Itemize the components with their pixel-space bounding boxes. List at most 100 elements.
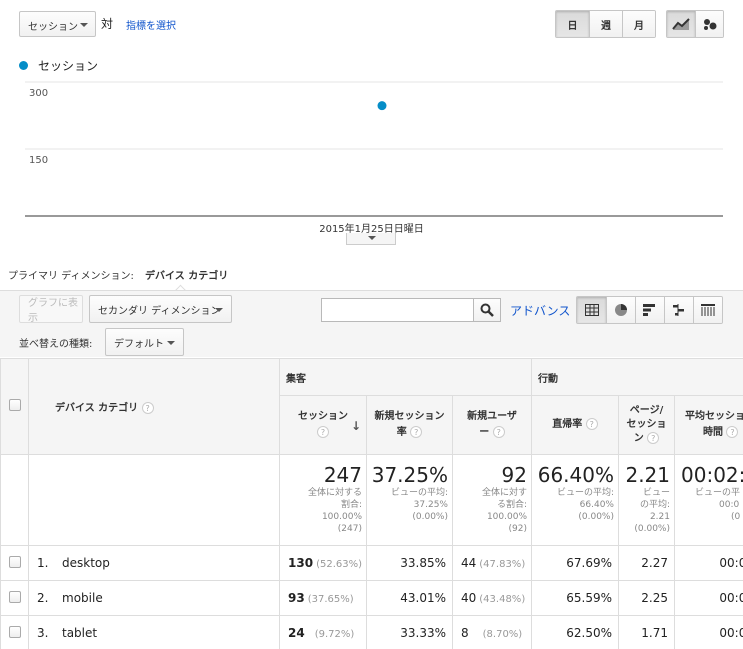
metric-select[interactable]: セッション — [19, 11, 96, 37]
bounce-rate-column-header[interactable]: 直帰率 ? — [531, 395, 619, 455]
row-checkbox[interactable] — [8, 590, 21, 603]
row-avg-duration: 00:02 — [674, 545, 743, 581]
help-icon[interactable]: ? — [726, 426, 739, 438]
totals-pages-value: 2.21 — [625, 463, 670, 487]
sort-descending-icon: ↓ — [350, 419, 361, 433]
totals-sub: ビューの平 — [695, 488, 741, 498]
row-pages: 1.71 — [618, 615, 675, 649]
table-row: 2. mobile 93 (37.65%) 43.01% 40 (43.48%) 65… — [0, 580, 743, 616]
primary-dimension-label: プライマリ ディメンション: — [8, 271, 134, 282]
period-week-button[interactable]: 週 — [589, 11, 622, 37]
help-icon[interactable]: ? — [317, 426, 329, 438]
avg-session-duration-column-header[interactable]: 平均セッショ 時間 ? — [674, 395, 743, 455]
totals-sub: 66.40% — [579, 500, 614, 510]
totals-sessions: 247 全体に対する 割合: 100.00% (247) — [279, 454, 367, 546]
totals-sub: (247) — [337, 524, 362, 534]
totals-sub: ビューの平均: — [390, 488, 448, 498]
totals-sub: (0.00%) — [634, 524, 670, 534]
comparison-icon — [673, 304, 684, 316]
help-icon[interactable]: ? — [585, 418, 598, 430]
help-icon[interactable]: ? — [410, 426, 423, 438]
row-bounce-rate: 65.59% — [531, 580, 619, 616]
totals-bounce-rate: 66.40% ビューの平均: 66.40% (0.00%) — [531, 454, 619, 546]
select-all-cell — [0, 358, 29, 455]
totals-sub: (0.00%) — [578, 512, 614, 522]
sessions-column-header[interactable]: セッション ? ↓ — [279, 395, 367, 455]
totals-bounce-value: 66.40% — [537, 463, 614, 487]
new-session-rate-column-header[interactable]: 新規セッション 率 ? — [366, 395, 453, 455]
row-dimension-link[interactable]: mobile — [62, 591, 103, 605]
sessions-header-label: セッション — [298, 411, 348, 422]
totals-new-users: 92 全体に対す る割合: 100.00% (92) — [452, 454, 532, 546]
period-day-button[interactable]: 日 — [556, 11, 589, 37]
line-chart-button[interactable] — [667, 11, 695, 37]
row-new-session-rate: 33.33% — [366, 615, 453, 649]
acquisition-group-header: 集客 — [279, 358, 532, 396]
help-icon[interactable]: ? — [141, 402, 154, 414]
totals-sub: ビュー — [642, 488, 670, 498]
chevron-down-icon — [215, 308, 223, 312]
table-search-input[interactable] — [321, 298, 474, 322]
row-sessions: 130 (52.63%) — [279, 545, 367, 581]
chevron-down-icon — [167, 341, 175, 345]
totals-sub: 100.00% — [486, 512, 527, 522]
row-new-users: 44 (47.83%) — [452, 545, 532, 581]
select-metric-link[interactable]: 指標を選択 — [126, 17, 176, 32]
view-performance-button[interactable] — [635, 297, 664, 323]
row-bounce-rate: 62.50% — [531, 615, 619, 649]
help-icon[interactable]: ? — [492, 426, 505, 438]
totals-new-users-value: 92 — [501, 463, 527, 487]
totals-sessions-value: 247 — [323, 463, 362, 487]
row-new-users-pct: (43.48%) — [479, 594, 526, 605]
vs-label: 対 — [101, 17, 114, 31]
row-new-session-rate: 33.85% — [366, 545, 453, 581]
new-users-column-header[interactable]: 新規ユーザ ー ? — [452, 395, 532, 455]
new-users-header-line1: 新規ユーザ — [467, 411, 517, 422]
view-comparison-button[interactable] — [664, 297, 693, 323]
row-dimension-link[interactable]: desktop — [62, 556, 110, 570]
sort-type-select[interactable]: デフォルト — [105, 328, 184, 356]
motion-chart-button[interactable] — [695, 11, 723, 37]
plot-rows-button[interactable]: グラフに表示 — [19, 295, 83, 324]
view-pie-button[interactable] — [606, 297, 635, 323]
view-pivot-button[interactable] — [693, 297, 722, 323]
totals-avg-value: 00:02:3 — [681, 463, 743, 487]
select-all-checkbox[interactable] — [8, 399, 21, 411]
pages-header-line2: セッショ — [626, 419, 667, 430]
totals-sub: の平均: — [639, 500, 670, 510]
help-icon[interactable]: ? — [647, 432, 660, 444]
totals-sub: 100.00% — [321, 512, 362, 522]
period-month-button[interactable]: 月 — [622, 11, 655, 37]
row-bounce-rate: 67.69% — [531, 545, 619, 581]
totals-sub: 割合: — [340, 500, 362, 510]
row-sessions-value: 130 — [288, 556, 314, 570]
secondary-dimension-select[interactable]: セカンダリ ディメンション — [89, 295, 232, 323]
row-dimension-cell: 2. mobile — [28, 580, 280, 616]
chart-collapse-toggle[interactable] — [346, 233, 396, 245]
row-checkbox[interactable] — [8, 555, 21, 568]
row-dimension-cell: 3. tablet — [28, 615, 280, 649]
row-new-users-value: 8 — [461, 626, 469, 640]
chart-type-toggle — [666, 10, 724, 38]
row-index: 3. — [37, 626, 49, 640]
data-table: デバイス カテゴリ ? 集客 行動 セッション ? ↓ 新規セッション 率 ? … — [0, 358, 743, 649]
row-dimension-link[interactable]: tablet — [62, 626, 97, 640]
view-table-button[interactable] — [577, 297, 606, 323]
dimension-column-header[interactable]: デバイス カテゴリ ? — [28, 358, 280, 455]
totals-sub: 全体に対する — [307, 488, 362, 498]
advanced-search-link[interactable]: アドバンス — [510, 302, 570, 319]
row-select-cell — [0, 615, 29, 649]
row-new-users: 8 (8.70%) — [452, 615, 532, 649]
row-avg-duration: 00:03 — [674, 615, 743, 649]
tab-device-category[interactable]: デバイス カテゴリ — [145, 271, 228, 282]
line-chart-icon — [672, 18, 690, 30]
row-checkbox[interactable] — [8, 625, 21, 638]
row-sessions: 24 (9.72%) — [279, 615, 367, 649]
search-button[interactable] — [473, 298, 501, 322]
pages-per-session-column-header[interactable]: ページ/ セッショ ン ? — [618, 395, 675, 455]
totals-sub: (0.00%) — [412, 512, 448, 522]
legend-dot — [19, 61, 28, 70]
table-row: 3. tablet 24 (9.72%) 33.33% 8 (8.70%) 62.50… — [0, 615, 743, 649]
pivot-icon — [701, 304, 715, 316]
row-pages: 2.27 — [618, 545, 675, 581]
